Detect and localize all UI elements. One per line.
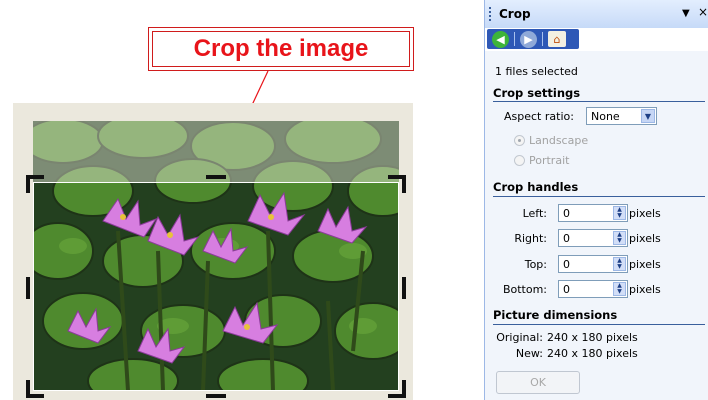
portrait-radio[interactable]	[514, 155, 525, 166]
top-value: 0	[563, 258, 570, 271]
crop-selection-border[interactable]	[33, 182, 399, 391]
pane-header: Crop	[485, 0, 708, 28]
top-unit: pixels	[629, 258, 661, 271]
crop-handle-top[interactable]	[206, 175, 226, 179]
portrait-label: Portrait	[529, 154, 570, 167]
cropped-out-overlay	[33, 121, 399, 182]
original-value: 240 x 180 pixels	[547, 331, 638, 344]
image-panel	[13, 103, 413, 400]
bottom-unit: pixels	[629, 283, 661, 296]
section-divider	[493, 101, 705, 102]
section-divider	[493, 196, 705, 197]
pane-close-icon[interactable]: ×	[698, 5, 708, 19]
bottom-value: 0	[563, 283, 570, 296]
landscape-label: Landscape	[529, 134, 589, 147]
crop-handle-top-left-v[interactable]	[26, 175, 30, 193]
left-spinner[interactable]: 0 ▲ ▼	[558, 204, 628, 222]
section-divider	[493, 324, 705, 325]
crop-settings-title: Crop settings	[493, 86, 581, 100]
spin-arrows-icon[interactable]: ▲ ▼	[613, 231, 626, 245]
nav-separator	[542, 32, 543, 46]
spin-arrows-icon[interactable]: ▲ ▼	[613, 257, 626, 271]
right-label: Right:	[514, 232, 547, 245]
new-label: New:	[515, 347, 543, 360]
crop-handle-bottom[interactable]	[206, 394, 226, 398]
picture-dimensions-title: Picture dimensions	[493, 308, 618, 322]
files-selected-text: 1 files selected	[495, 65, 578, 78]
aspect-ratio-value: None	[591, 110, 620, 123]
pane-title: Crop	[499, 7, 531, 21]
original-label: Original:	[496, 331, 543, 344]
right-value: 0	[563, 232, 570, 245]
callout-box: Crop the image	[148, 27, 414, 71]
right-unit: pixels	[629, 232, 661, 245]
top-label: Top:	[524, 258, 547, 271]
crop-handle-bottom-left-v[interactable]	[26, 380, 30, 398]
new-value: 240 x 180 pixels	[547, 347, 638, 360]
spin-arrows-icon[interactable]: ▲ ▼	[613, 282, 626, 296]
forward-arrow-icon[interactable]: ▶	[520, 30, 537, 48]
left-label: Left:	[522, 207, 547, 220]
bottom-spinner[interactable]: 0 ▲ ▼	[558, 280, 628, 298]
spin-arrows-icon[interactable]: ▲ ▼	[613, 206, 626, 220]
crop-task-pane: Crop ▼ × ◀ ▶ ⌂ 1 files selected Crop set…	[484, 0, 708, 400]
crop-handle-bottom-right-v[interactable]	[402, 380, 406, 398]
pane-menu-dropdown-icon[interactable]: ▼	[682, 8, 690, 19]
back-arrow-icon[interactable]: ◀	[492, 30, 509, 48]
left-unit: pixels	[629, 207, 661, 220]
callout-text: Crop the image	[193, 35, 369, 62]
nav-separator	[514, 32, 515, 46]
crop-handle-left[interactable]	[26, 277, 30, 299]
right-spinner[interactable]: 0 ▲ ▼	[558, 229, 628, 247]
bottom-label: Bottom:	[502, 283, 547, 296]
aspect-ratio-label: Aspect ratio:	[504, 110, 574, 123]
top-spinner[interactable]: 0 ▲ ▼	[558, 255, 628, 273]
crop-handle-right[interactable]	[402, 277, 406, 299]
left-value: 0	[563, 207, 570, 220]
landscape-radio[interactable]	[514, 135, 525, 146]
callout-inner-border: Crop the image	[152, 31, 410, 67]
chevron-down-icon[interactable]: ▼	[641, 109, 655, 123]
home-icon[interactable]: ⌂	[548, 31, 566, 47]
pane-navigation-bar: ◀ ▶ ⌂	[487, 29, 579, 49]
crop-handle-top-right-v[interactable]	[402, 175, 406, 193]
ok-button[interactable]: OK	[496, 371, 580, 394]
drag-grip-icon[interactable]	[489, 7, 495, 21]
aspect-ratio-select[interactable]: None ▼	[586, 107, 657, 125]
crop-handles-title: Crop handles	[493, 180, 579, 194]
